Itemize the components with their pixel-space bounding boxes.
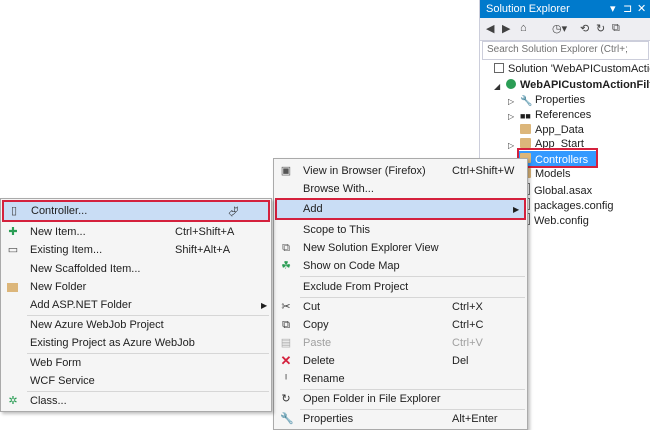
expand-arrow-icon[interactable]: ◢ bbox=[494, 82, 500, 91]
menu-item-delete[interactable]: ✕ Delete Del bbox=[274, 352, 527, 371]
submenu-item-existing-azure-webjob[interactable]: Existing Project as Azure WebJob bbox=[1, 334, 271, 353]
copy-icon: ⧉ bbox=[282, 319, 290, 331]
controller-callout-box bbox=[2, 200, 270, 222]
wrench-icon: 🔧 bbox=[520, 96, 533, 107]
submenu-item-web-form[interactable]: Web Form bbox=[1, 354, 271, 373]
existing-item-icon: ▭ bbox=[7, 244, 19, 256]
submenu-item-wcf-service[interactable]: WCF Service bbox=[1, 372, 271, 391]
collapse-icon[interactable]: ⧉ bbox=[612, 22, 620, 35]
home-icon[interactable]: ⌂ bbox=[520, 22, 527, 34]
rename-icon: ᴵ bbox=[285, 373, 287, 385]
collapse-arrow-icon[interactable]: ▷ bbox=[508, 141, 514, 150]
submenu-item-new-item[interactable]: ✚ New Item... Ctrl+Shift+A bbox=[1, 223, 271, 242]
menu-item-view-in-browser[interactable]: ▣ View in Browser (Firefox) Ctrl+Shift+W bbox=[274, 162, 527, 181]
menu-item-copy[interactable]: ⧉ Copy Ctrl+C bbox=[274, 316, 527, 335]
menu-item-open-folder[interactable]: ↻ Open Folder in File Explorer bbox=[274, 390, 527, 409]
paste-icon: ▤ bbox=[280, 337, 292, 349]
menu-item-rename[interactable]: ᴵ Rename bbox=[274, 370, 527, 389]
collapse-arrow-icon[interactable]: ▷ bbox=[508, 112, 514, 121]
tree-item-global-asax[interactable]: Global.asax bbox=[520, 183, 592, 197]
new-item-icon: ✚ bbox=[8, 226, 18, 238]
folder-icon bbox=[520, 138, 531, 148]
submenu-item-new-scaffolded-item[interactable]: New Scaffolded Item... bbox=[1, 260, 271, 279]
delete-x-icon: ✕ bbox=[280, 353, 292, 368]
add-callout-box bbox=[275, 198, 526, 220]
folder-icon bbox=[7, 283, 18, 292]
references-icon: ■■ bbox=[520, 111, 531, 121]
project-globe-icon bbox=[506, 79, 516, 89]
submenu-item-class[interactable]: ✲ Class... bbox=[1, 392, 271, 411]
back-icon[interactable]: ◀ bbox=[486, 22, 494, 35]
search-placeholder: Search Solution Explorer (Ctrl+; bbox=[487, 44, 628, 55]
refresh-all-icon[interactable]: ↻ bbox=[596, 22, 605, 35]
solution-explorer-toolbar: ◀ ▶ ⌂ ◷▾ ⟲ ↻ ⧉ bbox=[480, 18, 650, 41]
refresh-icon[interactable]: ⟲ bbox=[580, 22, 589, 35]
scissors-icon: ✂ bbox=[281, 301, 291, 313]
controllers-callout-box bbox=[517, 148, 598, 168]
menu-item-scope-to-this[interactable]: Scope to This bbox=[274, 221, 527, 240]
dropdown-icon[interactable]: ▾ bbox=[610, 2, 616, 15]
separator bbox=[300, 276, 525, 277]
solution-explorer-title: Solution Explorer bbox=[486, 3, 570, 15]
submenu-item-new-azure-webjob[interactable]: New Azure WebJob Project bbox=[1, 316, 271, 335]
solution-explorer-search[interactable]: Search Solution Explorer (Ctrl+; bbox=[482, 41, 649, 60]
close-icon[interactable]: ✕ bbox=[637, 2, 646, 15]
menu-item-cut[interactable]: ✂ Cut Ctrl+X bbox=[274, 298, 527, 317]
tree-item-packages-config[interactable]: packages.config bbox=[520, 198, 614, 212]
folder-icon bbox=[520, 124, 531, 134]
tree-item-app-data[interactable]: App_Data bbox=[520, 124, 584, 138]
new-view-icon: ⧉ bbox=[282, 242, 290, 254]
open-folder-arrow-icon: ↻ bbox=[281, 393, 291, 405]
menu-item-browse-with[interactable]: Browse With... bbox=[274, 180, 527, 199]
menu-item-show-on-code-map[interactable]: ☘ Show on Code Map bbox=[274, 257, 527, 276]
submenu-item-existing-item[interactable]: ▭ Existing Item... Shift+Alt+A bbox=[1, 241, 271, 260]
solution-explorer-titlebar: Solution Explorer ▾ ⊐ ✕ bbox=[480, 0, 650, 18]
menu-item-paste[interactable]: ▤ Paste Ctrl+V bbox=[274, 334, 527, 353]
class-icon: ✲ bbox=[8, 395, 18, 407]
browser-icon: ▣ bbox=[280, 165, 292, 177]
add-submenu: ▯ Controller... ⮰ ✚ New Item... Ctrl+Shi… bbox=[0, 198, 272, 412]
menu-item-new-solution-explorer-view[interactable]: ⧉ New Solution Explorer View bbox=[274, 239, 527, 258]
tree-item-web-config[interactable]: Web.config bbox=[520, 213, 589, 227]
wrench-icon: 🔧 bbox=[280, 413, 294, 425]
solution-icon bbox=[494, 63, 504, 73]
tree-item-project[interactable]: WebAPICustomActionFilter bbox=[506, 79, 650, 93]
menu-item-properties[interactable]: 🔧 Properties Alt+Enter bbox=[274, 410, 527, 429]
context-menu: ▣ View in Browser (Firefox) Ctrl+Shift+W… bbox=[273, 158, 528, 430]
submenu-item-add-aspnet-folder[interactable]: Add ASP.NET Folder ▶ bbox=[1, 296, 271, 315]
pin-icon[interactable]: ⊐ bbox=[623, 2, 632, 15]
tree-item-references[interactable]: ■■ References bbox=[520, 109, 591, 123]
code-map-icon: ☘ bbox=[281, 260, 291, 272]
menu-item-exclude-from-project[interactable]: Exclude From Project bbox=[274, 278, 527, 297]
tree-item-properties[interactable]: 🔧 Properties bbox=[520, 94, 585, 108]
forward-icon[interactable]: ▶ bbox=[502, 22, 510, 35]
collapse-arrow-icon[interactable]: ▷ bbox=[508, 97, 514, 106]
tree-item-solution[interactable]: Solution 'WebAPICustomAction bbox=[494, 63, 650, 77]
submenu-item-new-folder[interactable]: New Folder bbox=[1, 278, 271, 297]
history-icon[interactable]: ◷▾ bbox=[552, 22, 567, 35]
submenu-arrow-icon: ▶ bbox=[261, 301, 268, 310]
